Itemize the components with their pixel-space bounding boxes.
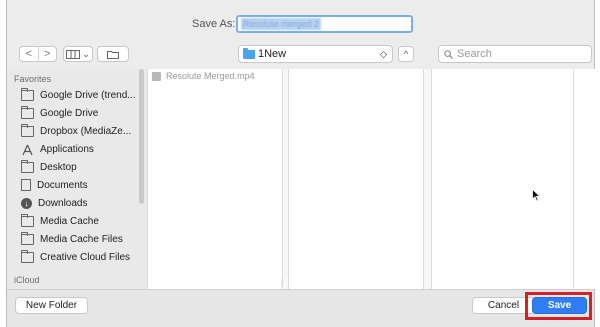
sidebar-item-creative-cloud-files[interactable]: Creative Cloud Files <box>21 248 139 266</box>
view-mode-button[interactable]: ⌄ <box>63 46 93 62</box>
save-dialog: Save As: Resolute merged 2 < > ⌄ 1New ◇ … <box>6 0 596 327</box>
sidebar-item-label: Google Drive <box>40 107 99 119</box>
icloud-header: iCloud <box>14 275 40 285</box>
bottom-bar: New Folder Cancel Save <box>7 289 594 327</box>
sidebar-item-applications[interactable]: Applications <box>21 140 139 158</box>
sidebar-item-downloads[interactable]: ↓ Downloads <box>21 194 139 212</box>
updown-chevron-icon: ◇ <box>380 48 387 59</box>
folder-icon <box>21 249 34 263</box>
sidebar-item-label: Creative Cloud Files <box>40 251 131 263</box>
sidebar-item-label: Applications <box>40 143 94 155</box>
browser-column-2 <box>288 69 423 289</box>
mouse-pointer-icon <box>532 189 541 202</box>
sidebar-item-google-drive-trend[interactable]: Google Drive (trend... <box>21 86 139 104</box>
collapse-button[interactable]: ^ <box>398 46 414 62</box>
sidebar-item-google-drive[interactable]: Google Drive <box>21 104 139 122</box>
sidebar-item-label: Downloads <box>38 197 88 209</box>
folder-icon <box>21 123 34 137</box>
video-file-icon <box>152 71 161 81</box>
browser-column-1: Resolute Merged.mp4 || <box>147 69 285 289</box>
location-popup[interactable]: 1New ◇ <box>238 45 393 63</box>
sidebar-item-label: Documents <box>37 179 88 191</box>
filename-input[interactable]: Resolute merged 2 <box>236 15 413 33</box>
folder-icon <box>21 87 34 101</box>
sidebar-item-label: Desktop <box>40 161 77 173</box>
search-placeholder: Search <box>457 48 492 60</box>
column-divider <box>423 69 431 289</box>
filename-value: Resolute merged 2 <box>241 18 322 30</box>
save-button[interactable]: Save <box>532 297 587 314</box>
folder-icon <box>21 213 34 227</box>
sidebar-item-media-cache-files[interactable]: Media Cache Files <box>21 230 139 248</box>
folder-icon <box>107 50 119 59</box>
folder-icon <box>21 231 34 245</box>
search-field[interactable]: Search <box>438 45 592 63</box>
chevron-down-icon: ⌄ <box>82 48 90 59</box>
location-name: 1New <box>258 48 287 60</box>
sidebar-item-label: Media Cache <box>40 215 99 227</box>
file-item[interactable]: Resolute Merged.mp4 <box>152 71 255 81</box>
folder-icon <box>21 105 34 119</box>
document-icon <box>21 179 31 191</box>
save-as-label: Save As: <box>192 18 236 30</box>
sidebar-item-label: Dropbox (MediaZe... <box>40 125 132 137</box>
sidebar-item-media-cache[interactable]: Media Cache <box>21 212 139 230</box>
file-name: Resolute Merged.mp4 <box>166 71 255 81</box>
download-icon: ↓ <box>21 197 32 209</box>
sidebar-item-desktop[interactable]: Desktop <box>21 158 139 176</box>
sidebar-scrollbar[interactable] <box>139 69 144 204</box>
nav-buttons: < > <box>19 46 57 62</box>
back-button[interactable]: < <box>20 47 38 61</box>
applications-icon <box>21 144 34 155</box>
folder-action-button[interactable] <box>97 46 129 62</box>
browser-column-3 <box>431 69 573 289</box>
folder-icon <box>21 159 34 173</box>
search-icon <box>444 49 453 59</box>
blue-folder-icon <box>243 47 255 59</box>
browser-column-4 <box>573 69 596 289</box>
columns-view-icon <box>66 49 81 59</box>
sidebar-item-documents[interactable]: Documents <box>21 176 139 194</box>
sidebar-item-label: Google Drive (trend... <box>40 89 136 101</box>
sidebar-item-label: Media Cache Files <box>40 233 123 245</box>
new-folder-button[interactable]: New Folder <box>15 297 88 314</box>
forward-button[interactable]: > <box>37 47 57 61</box>
sidebar-item-dropbox[interactable]: Dropbox (MediaZe... <box>21 122 139 140</box>
sidebar: Favorites Google Drive (trend... Google … <box>7 69 147 289</box>
favorites-header: Favorites <box>14 74 52 84</box>
save-as-row: Save As: Resolute merged 2 <box>7 14 594 36</box>
